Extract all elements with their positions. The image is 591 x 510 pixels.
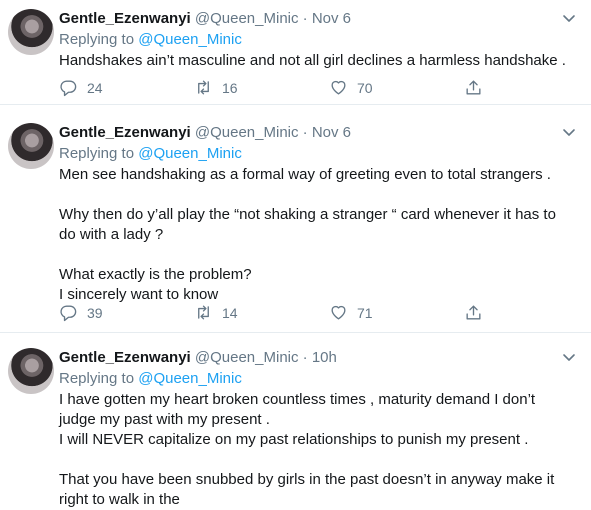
tweet-line: What exactly is the problem? bbox=[59, 266, 252, 283]
user-handle[interactable]: @Queen_Minic bbox=[195, 124, 299, 141]
tweet-line: Why then do y’all play the “not shaking … bbox=[59, 206, 556, 223]
replying-to: Replying to @Queen_Minic bbox=[59, 30, 242, 49]
user-handle[interactable]: @Queen_Minic bbox=[195, 349, 299, 366]
replying-label: Replying to bbox=[59, 145, 135, 162]
tweet-line: judge my past with my present . bbox=[59, 411, 270, 428]
retweet-icon bbox=[198, 80, 209, 95]
tweet[interactable]: Gentle_Ezenwanyi @Queen_Minic · Nov 6 Re… bbox=[0, 114, 591, 333]
replying-to: Replying to @Queen_Minic bbox=[59, 144, 242, 163]
share-icon bbox=[466, 305, 481, 320]
retweet-icon bbox=[198, 305, 209, 320]
replying-to: Replying to @Queen_Minic bbox=[59, 369, 242, 388]
retweet-count: 14 bbox=[222, 304, 238, 321]
tweet-header: Gentle_Ezenwanyi @Queen_Minic · Nov 6 bbox=[59, 9, 351, 28]
tweet-line: right to walk in the bbox=[59, 491, 180, 508]
tweet-line: That you have been snubbed by girls in t… bbox=[59, 471, 555, 488]
tweet-text: Handshakes ain’t masculine and not all g… bbox=[59, 51, 579, 71]
share-button[interactable] bbox=[464, 303, 492, 322]
tweet-line: Handshakes ain’t masculine and not all g… bbox=[59, 52, 566, 69]
tweet[interactable]: Gentle_Ezenwanyi @Queen_Minic · Nov 6 Re… bbox=[0, 0, 591, 105]
replying-mention[interactable]: @Queen_Minic bbox=[138, 31, 242, 48]
tweet-line: do with a lady ? bbox=[59, 226, 164, 243]
avatar[interactable] bbox=[8, 123, 54, 169]
line-break bbox=[59, 450, 579, 470]
heart-icon bbox=[331, 80, 346, 95]
replying-mention[interactable]: @Queen_Minic bbox=[138, 370, 242, 387]
like-button[interactable]: 71 bbox=[329, 303, 373, 322]
display-name[interactable]: Gentle_Ezenwanyi bbox=[59, 124, 191, 141]
line-break bbox=[59, 185, 579, 205]
retweet-button[interactable]: 16 bbox=[194, 78, 238, 97]
separator-dot: · bbox=[302, 10, 308, 27]
chevron-down-icon[interactable] bbox=[561, 349, 577, 365]
tweet-header: Gentle_Ezenwanyi @Queen_Minic · Nov 6 bbox=[59, 123, 351, 142]
replying-mention[interactable]: @Queen_Minic bbox=[138, 145, 242, 162]
avatar[interactable] bbox=[8, 9, 54, 55]
timestamp[interactable]: Nov 6 bbox=[312, 124, 351, 141]
tweet-line: I have gotten my heart broken countless … bbox=[59, 391, 536, 408]
reply-button[interactable]: 24 bbox=[59, 78, 103, 97]
tweet-text: I have gotten my heart broken countless … bbox=[59, 390, 579, 510]
tweet-line: Men see handshaking as a formal way of g… bbox=[59, 166, 551, 183]
reply-count: 24 bbox=[87, 79, 103, 96]
chevron-down-icon[interactable] bbox=[561, 10, 577, 26]
user-handle[interactable]: @Queen_Minic bbox=[195, 10, 299, 27]
like-button[interactable]: 70 bbox=[329, 78, 373, 97]
like-count: 71 bbox=[357, 304, 373, 321]
tweet-line: I sincerely want to know bbox=[59, 286, 219, 303]
timestamp[interactable]: Nov 6 bbox=[312, 10, 351, 27]
reply-button[interactable]: 39 bbox=[59, 303, 103, 322]
chevron-down-icon[interactable] bbox=[561, 124, 577, 140]
replying-label: Replying to bbox=[59, 31, 135, 48]
tweet-feed: Gentle_Ezenwanyi @Queen_Minic · Nov 6 Re… bbox=[0, 0, 591, 509]
tweet-text: Men see handshaking as a formal way of g… bbox=[59, 165, 579, 305]
share-icon bbox=[466, 80, 481, 95]
tweet-actions: 39 14 71 bbox=[59, 303, 499, 325]
retweet-button[interactable]: 14 bbox=[194, 303, 238, 322]
tweet-header: Gentle_Ezenwanyi @Queen_Minic · 10h bbox=[59, 348, 337, 367]
like-count: 70 bbox=[357, 79, 373, 96]
display-name[interactable]: Gentle_Ezenwanyi bbox=[59, 10, 191, 27]
separator-dot: · bbox=[302, 349, 308, 366]
display-name[interactable]: Gentle_Ezenwanyi bbox=[59, 349, 191, 366]
retweet-count: 16 bbox=[222, 79, 238, 96]
tweet-actions: 24 16 70 bbox=[59, 78, 499, 100]
share-button[interactable] bbox=[464, 78, 492, 97]
avatar[interactable] bbox=[8, 348, 54, 394]
reply-count: 39 bbox=[87, 304, 103, 321]
reply-icon bbox=[60, 80, 77, 97]
tweet-line: I will NEVER capitalize on my past relat… bbox=[59, 431, 529, 448]
timestamp[interactable]: 10h bbox=[312, 349, 337, 366]
separator-dot: · bbox=[302, 124, 308, 141]
line-break bbox=[59, 245, 579, 265]
heart-icon bbox=[331, 305, 346, 320]
reply-icon bbox=[60, 305, 77, 322]
tweet[interactable]: Gentle_Ezenwanyi @Queen_Minic · 10h Repl… bbox=[0, 339, 591, 509]
replying-label: Replying to bbox=[59, 370, 135, 387]
